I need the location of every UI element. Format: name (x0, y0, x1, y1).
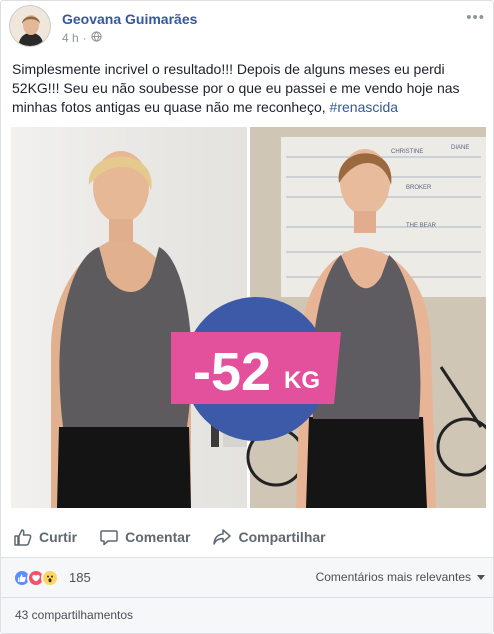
share-label: Compartilhar (238, 529, 326, 545)
comment-icon (100, 530, 118, 546)
reaction-count[interactable]: 185 (69, 570, 91, 585)
post-photo[interactable]: CHRISTINE DIANE BROKER THE BEAR -52 KG (11, 127, 486, 508)
reactions-bar: 185 Comentários mais relevantes (1, 557, 493, 597)
thumbs-up-icon (14, 529, 32, 546)
post-meta: 4 h · (62, 31, 102, 45)
badge-value: -52 (193, 342, 271, 402)
shares-count[interactable]: 43 compartilhamentos (15, 608, 133, 622)
weight-loss-badge: -52 KG (171, 294, 341, 444)
more-options-icon[interactable]: ••• (466, 9, 485, 26)
post-card: Geovana Guimarães 4 h · ••• Simplesmente… (0, 0, 494, 634)
post-header: Geovana Guimarães 4 h · ••• (9, 5, 487, 55)
sort-label: Comentários mais relevantes (315, 570, 471, 584)
shares-bar: 43 compartilhamentos (1, 597, 493, 633)
board-text-4: THE BEAR (406, 223, 437, 229)
like-button[interactable]: Curtir (13, 521, 77, 553)
action-bar: Curtir Comentar Compartilhar (11, 520, 486, 554)
like-label: Curtir (39, 529, 78, 545)
share-icon (213, 529, 232, 545)
board-text-1: CHRISTINE (391, 149, 423, 155)
badge-unit: KG (284, 367, 320, 394)
comment-label: Comentar (125, 529, 191, 545)
reaction-icons[interactable] (13, 569, 59, 587)
avatar[interactable] (9, 5, 51, 47)
post-time[interactable]: 4 h (62, 31, 79, 45)
board-text-2: DIANE (451, 145, 469, 151)
board-text-3: BROKER (406, 185, 432, 191)
post-text: Simplesmente incrivel o resultado!!! Dep… (12, 60, 484, 117)
caret-down-icon (477, 574, 485, 580)
globe-icon[interactable] (91, 31, 102, 45)
share-button[interactable]: Compartilhar (212, 521, 326, 553)
wow-icon (41, 569, 59, 587)
comment-button[interactable]: Comentar (99, 521, 190, 553)
separator-dot: · (82, 31, 87, 45)
comment-sort-dropdown[interactable]: Comentários mais relevantes (316, 570, 485, 584)
author-name[interactable]: Geovana Guimarães (62, 11, 197, 27)
hashtag-link[interactable]: #renascida (330, 99, 399, 115)
